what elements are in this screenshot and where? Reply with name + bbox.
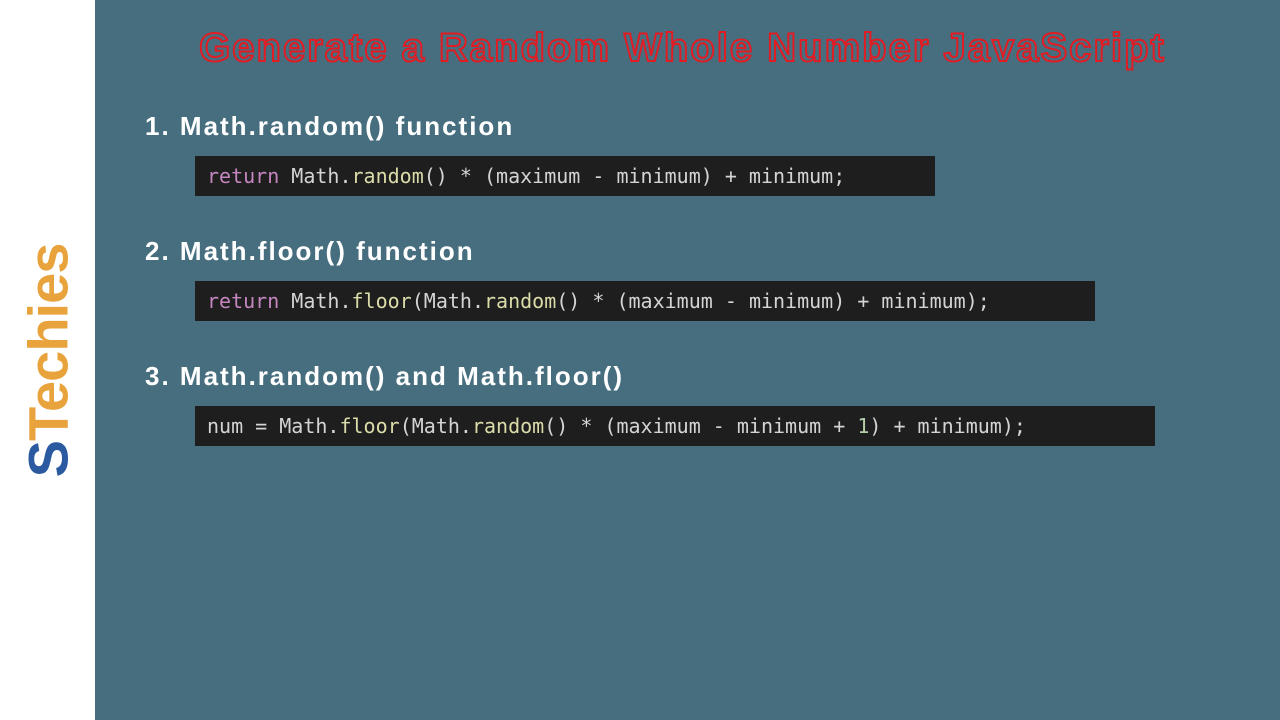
section-1: 1. Math.random() function return Math.ra…	[145, 111, 1220, 196]
code-block-3: num = Math.floor(Math.random() * (maximu…	[195, 406, 1155, 446]
main-content: Generate a Random Whole Number JavaScrip…	[95, 0, 1280, 720]
page-title: Generate a Random Whole Number JavaScrip…	[145, 20, 1220, 76]
logo: STechies	[15, 243, 80, 477]
code-block-2: return Math.floor(Math.random() * (maxim…	[195, 281, 1095, 321]
section-3: 3. Math.random() and Math.floor() num = …	[145, 361, 1220, 446]
section-3-heading: 3. Math.random() and Math.floor()	[145, 361, 1220, 392]
sidebar: STechies	[0, 0, 95, 720]
section-2: 2. Math.floor() function return Math.flo…	[145, 236, 1220, 321]
section-2-heading: 2. Math.floor() function	[145, 236, 1220, 267]
section-1-heading: 1. Math.random() function	[145, 111, 1220, 142]
code-block-1: return Math.random() * (maximum - minimu…	[195, 156, 935, 196]
